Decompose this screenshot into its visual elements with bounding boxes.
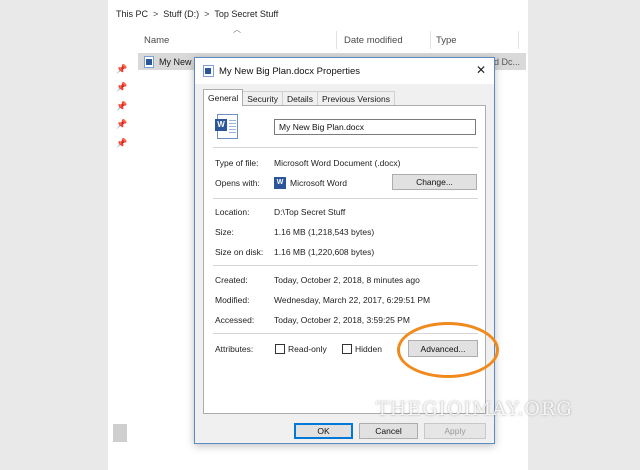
breadcrumb-folder[interactable]: Top Secret Stuff: [214, 9, 278, 19]
type-of-file-value: Microsoft Word Document (.docx): [274, 158, 401, 168]
dialog-titlebar[interactable]: My New Big Plan.docx Properties ✕: [195, 58, 494, 84]
column-divider[interactable]: [518, 31, 519, 49]
read-only-checkbox[interactable]: [275, 344, 285, 354]
tab-details[interactable]: Details: [281, 91, 318, 106]
word-document-icon: [144, 55, 154, 68]
accessed-value: Today, October 2, 2018, 3:59:25 PM: [274, 315, 410, 325]
divider: [213, 198, 478, 199]
created-label: Created:: [215, 275, 248, 285]
read-only-label[interactable]: Read-only: [288, 344, 327, 354]
breadcrumb-this-pc[interactable]: This PC: [116, 9, 148, 19]
divider: [213, 265, 478, 266]
tab-security[interactable]: Security: [242, 91, 283, 106]
column-divider[interactable]: [336, 31, 337, 49]
sort-ascending-icon: ︿: [233, 25, 241, 34]
hidden-checkbox[interactable]: [342, 344, 352, 354]
created-value: Today, October 2, 2018, 8 minutes ago: [274, 275, 420, 285]
size-on-disk-value: 1.16 MB (1,220,608 bytes): [274, 247, 375, 257]
ok-button[interactable]: OK: [294, 423, 353, 439]
close-button[interactable]: ✕: [476, 63, 486, 77]
size-label: Size:: [215, 227, 234, 237]
modified-label: Modified:: [215, 295, 250, 305]
apply-button[interactable]: Apply: [424, 423, 486, 439]
modified-value: Wednesday, March 22, 2017, 6:29:51 PM: [274, 295, 431, 305]
breadcrumb-drive[interactable]: Stuff (D:): [163, 9, 199, 19]
scrollbar-fragment[interactable]: [113, 424, 127, 442]
column-header-type[interactable]: Type: [436, 30, 457, 50]
attributes-label: Attributes:: [215, 344, 254, 354]
breadcrumb-separator: >: [153, 9, 159, 19]
accessed-label: Accessed:: [215, 315, 255, 325]
size-value: 1.16 MB (1,218,543 bytes): [274, 227, 375, 237]
file-row-type-fragment: d Dc...: [493, 56, 520, 67]
size-on-disk-label: Size on disk:: [215, 247, 264, 257]
breadcrumb: This PC > Stuff (D:) > Top Secret Stuff: [108, 3, 528, 25]
word-file-large-icon: [215, 114, 238, 139]
opens-with-label: Opens with:: [215, 178, 260, 188]
site-watermark: THEGIOIMAY.ORG: [376, 398, 573, 420]
location-label: Location:: [215, 207, 250, 217]
change-button[interactable]: Change...: [392, 174, 477, 190]
quick-access-pins: 📌 📌 📌 📌 📌: [116, 60, 128, 153]
column-divider[interactable]: [430, 31, 431, 49]
location-value: D:\Top Secret Stuff: [274, 207, 346, 217]
pin-icon[interactable]: 📌: [116, 79, 128, 98]
pin-icon[interactable]: 📌: [116, 134, 128, 153]
file-name-field[interactable]: My New Big Plan.docx: [274, 119, 476, 135]
column-header-name[interactable]: Name: [144, 30, 169, 50]
properties-dialog: My New Big Plan.docx Properties ✕ Genera…: [194, 57, 495, 444]
tab-previous-versions[interactable]: Previous Versions: [316, 91, 395, 106]
opens-with-value: Microsoft Word: [290, 178, 347, 188]
dialog-title: My New Big Plan.docx Properties: [219, 65, 360, 77]
microsoft-word-icon: W: [274, 177, 286, 189]
hidden-label[interactable]: Hidden: [355, 344, 382, 354]
tab-general[interactable]: General: [203, 89, 244, 106]
pin-icon[interactable]: 📌: [116, 97, 128, 116]
word-document-icon: [203, 65, 214, 77]
type-of-file-label: Type of file:: [215, 158, 259, 168]
divider: [213, 147, 478, 148]
pin-icon[interactable]: 📌: [116, 116, 128, 135]
breadcrumb-separator: >: [204, 9, 210, 19]
tab-strip: General Security Details Previous Versio…: [203, 89, 395, 106]
highlight-annotation-ring: [397, 322, 499, 378]
cancel-button[interactable]: Cancel: [359, 423, 418, 439]
pin-icon[interactable]: 📌: [116, 60, 128, 79]
column-header-date-modified[interactable]: Date modified: [344, 30, 403, 50]
file-row-name: My New: [159, 56, 192, 67]
